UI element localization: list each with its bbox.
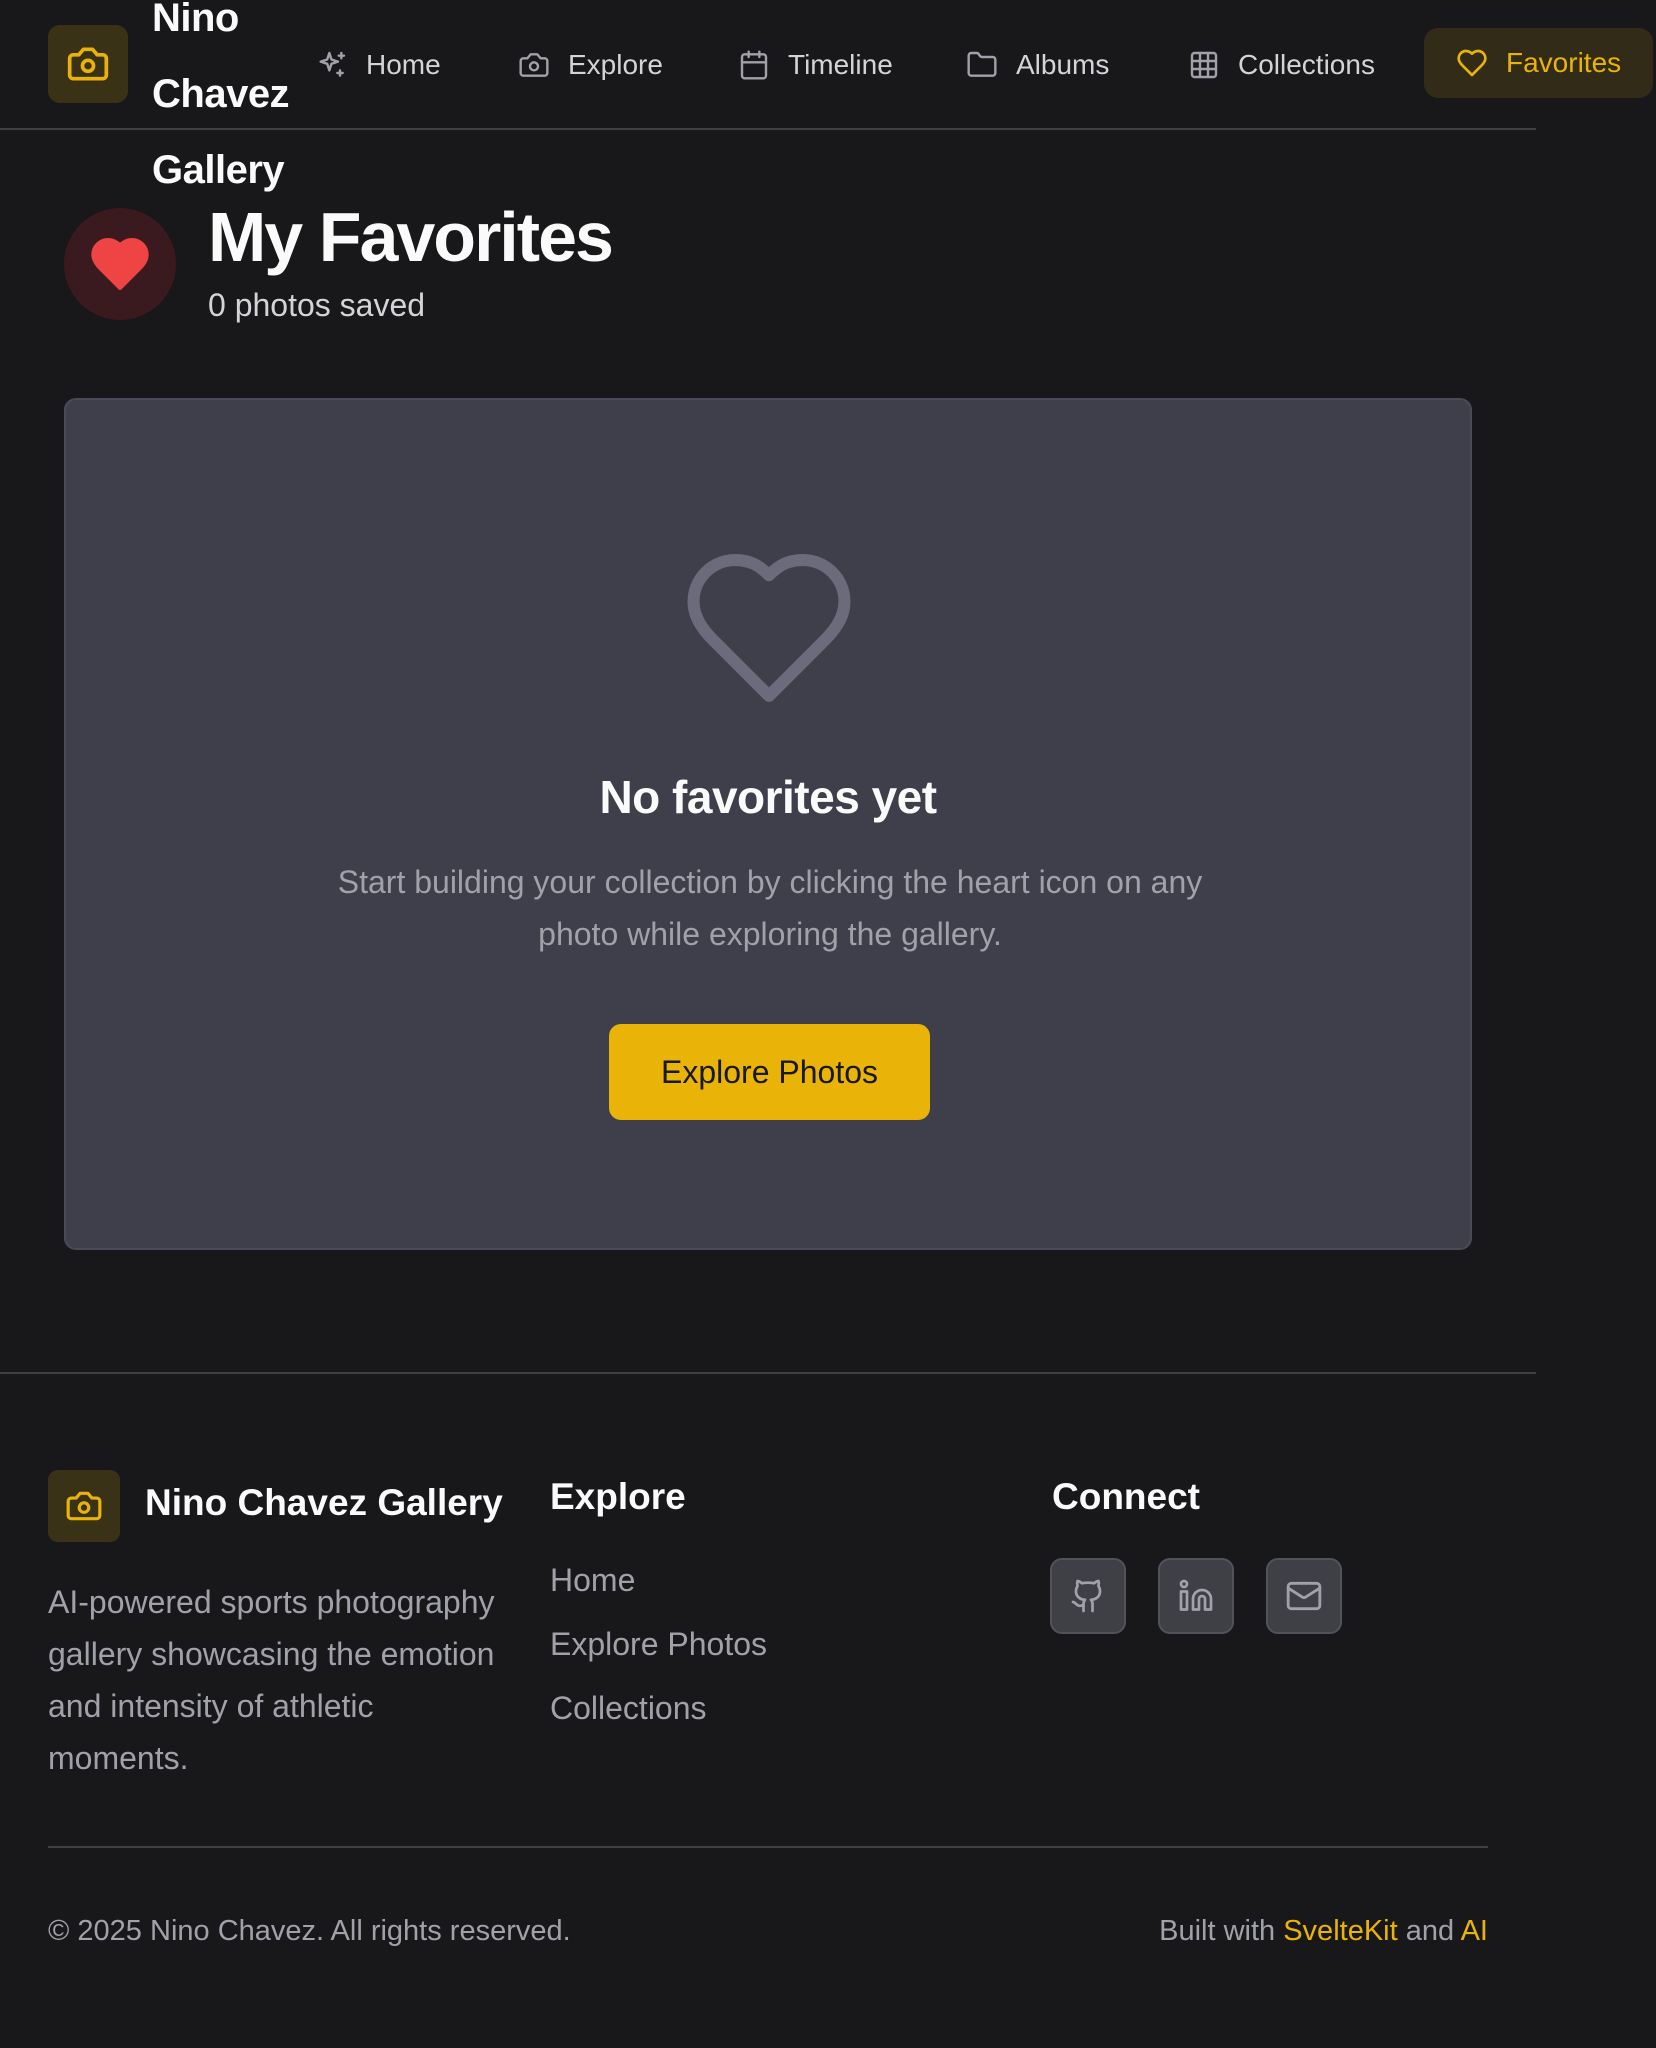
nav-collections[interactable]: Collections: [1188, 35, 1375, 95]
calendar-icon: [740, 50, 768, 80]
built-with-text: Built with SvelteKit and AI: [1159, 1915, 1488, 1948]
site-header: Nino Chavez Gallery Home Explore Timelin…: [0, 0, 1656, 192]
heart-icon: [1457, 49, 1487, 77]
linkedin-button[interactable]: [1158, 1558, 1234, 1634]
github-button[interactable]: [1050, 1558, 1126, 1634]
nav-favorites[interactable]: Favorites: [1424, 28, 1654, 98]
github-icon: [1071, 1579, 1102, 1613]
linkedin-icon: [1179, 1579, 1213, 1611]
nav-favorites-label: Favorites: [1506, 47, 1622, 78]
page-title: My Favorites: [208, 198, 614, 276]
footer-bottom-divider: [48, 1846, 1488, 1848]
mail-icon: [1286, 1581, 1322, 1611]
explore-photos-button[interactable]: Explore Photos: [609, 1024, 930, 1120]
nav-home[interactable]: Home: [316, 35, 441, 95]
footer-description: AI-powered sports photography gallery sh…: [48, 1584, 495, 1776]
footer-connect-heading: Connect: [1052, 1476, 1200, 1517]
nav-albums-label: Albums: [1016, 49, 1110, 80]
footer-link-explore-photos[interactable]: Explore Photos: [550, 1626, 767, 1663]
brand-name[interactable]: Nino Chavez Gallery: [152, 0, 312, 208]
sveltekit-link[interactable]: SvelteKit: [1283, 1915, 1397, 1947]
nav-explore[interactable]: Explore: [518, 35, 663, 95]
ai-link[interactable]: AI: [1461, 1915, 1488, 1947]
nav-explore-label: Explore: [568, 49, 663, 80]
favorites-badge: [64, 208, 176, 320]
nav-home-label: Home: [366, 49, 441, 80]
footer-divider: [0, 1372, 1536, 1374]
footer-link-home[interactable]: Home: [550, 1562, 635, 1599]
camera-icon: [66, 1491, 102, 1521]
folder-icon: [967, 51, 997, 77]
built-with-and: and: [1405, 1915, 1455, 1947]
nav-timeline[interactable]: Timeline: [738, 35, 893, 95]
header-divider: [0, 128, 1536, 130]
nav-collections-label: Collections: [1238, 49, 1375, 80]
page-subtitle: 0 photos saved: [208, 287, 426, 323]
footer-brand-logo[interactable]: [48, 1470, 120, 1542]
nav-timeline-label: Timeline: [788, 49, 893, 80]
footer-explore-heading: Explore: [550, 1476, 686, 1517]
footer-link-collections[interactable]: Collections: [550, 1690, 707, 1727]
empty-state-title: No favorites yet: [599, 771, 937, 823]
camera-icon: [519, 53, 549, 77]
grid-icon: [1190, 51, 1218, 79]
heart-icon: [91, 238, 149, 290]
empty-state-description: Start building your collection by clicki…: [337, 864, 1203, 952]
built-with-prefix: Built with: [1159, 1915, 1276, 1947]
footer-brand-name: Nino Chavez Gallery: [145, 1482, 503, 1523]
brand-logo[interactable]: [48, 25, 128, 103]
nav-albums[interactable]: Albums: [966, 35, 1109, 95]
email-button[interactable]: [1266, 1558, 1342, 1634]
sparkles-icon: [319, 51, 346, 77]
heart-outline-icon: [687, 554, 851, 702]
copyright-text: © 2025 Nino Chavez. All rights reserved.: [48, 1915, 571, 1947]
empty-state-card: No favorites yet Start building your col…: [64, 398, 1472, 1250]
camera-icon: [67, 47, 109, 81]
